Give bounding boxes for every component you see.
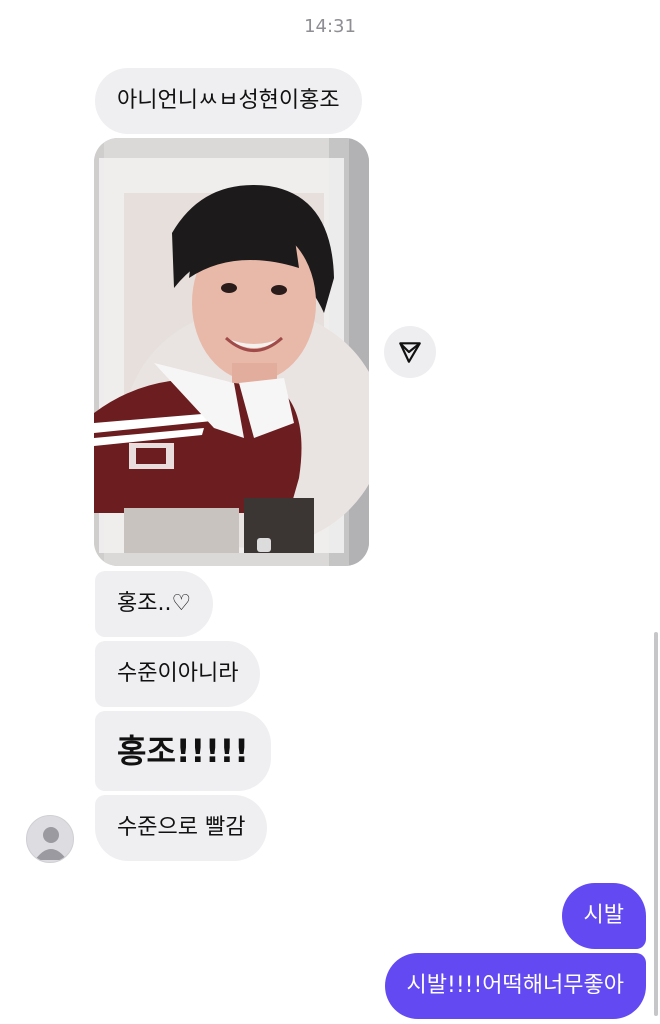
- incoming-message[interactable]: 홍조..♡: [95, 571, 214, 637]
- sender-avatar[interactable]: [26, 815, 74, 863]
- incoming-message[interactable]: 수준이아니라: [95, 641, 261, 707]
- paper-plane-share-icon: [399, 342, 421, 363]
- default-user-avatar-icon: [35, 827, 67, 860]
- message-timestamp: 14:31: [304, 16, 356, 37]
- incoming-message[interactable]: 아니언니ㅆㅂ성현이홍조: [95, 68, 362, 134]
- incoming-message[interactable]: 홍조!!!!!: [95, 711, 271, 791]
- incoming-message[interactable]: 수준으로 빨감: [95, 795, 268, 861]
- photo-image: [94, 138, 369, 566]
- outgoing-message[interactable]: 시발: [561, 883, 646, 949]
- share-button[interactable]: [384, 326, 436, 378]
- outgoing-message[interactable]: 시발!!!!어떡해너무좋아: [384, 953, 646, 1019]
- shared-photo[interactable]: [94, 138, 369, 566]
- scrollbar[interactable]: [654, 632, 658, 1016]
